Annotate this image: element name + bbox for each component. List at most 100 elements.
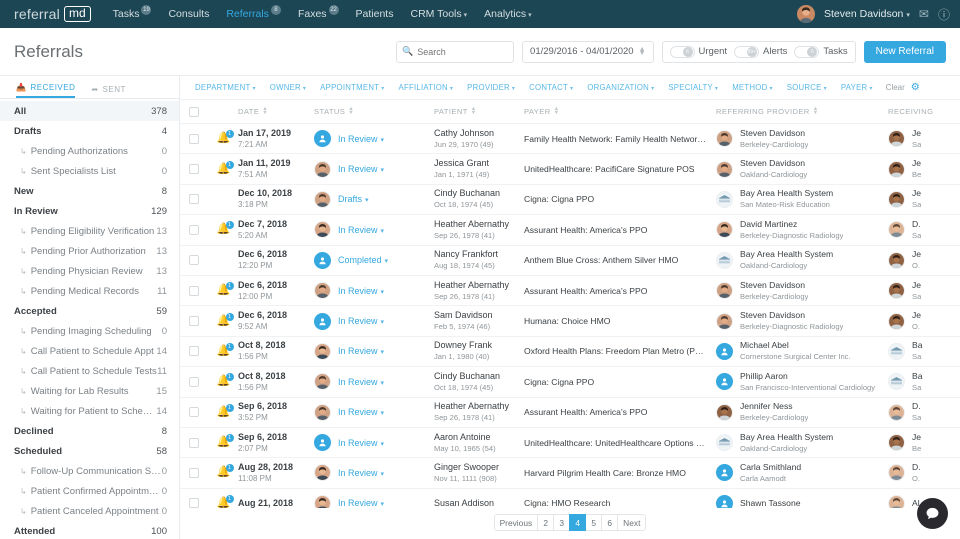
table-row[interactable]: 🔔 1 Sep 6, 2018 2:07 PM In Review ▾ Aaron Anto… — [180, 428, 960, 459]
alert-bell[interactable]: 🔔 1 — [217, 464, 234, 479]
sidebar-item-sent-specialists-list[interactable]: ↳ Sent Specialists List 0 — [0, 161, 179, 181]
sidebar-item-pending-medical-records[interactable]: ↳ Pending Medical Records 11 — [0, 281, 179, 301]
row-checkbox[interactable] — [189, 285, 199, 296]
search-box[interactable]: 🔍 ✕ — [396, 40, 546, 63]
sidebar-item-scheduled[interactable]: Scheduled 58 — [0, 441, 179, 461]
avatar[interactable] — [797, 5, 816, 23]
row-checkbox[interactable] — [189, 467, 199, 478]
nav-item-faxes[interactable]: Faxes 22 — [298, 5, 339, 20]
sort-icon[interactable]: ▲ ▼ — [471, 106, 477, 115]
sort-icon[interactable]: ▲ ▼ — [262, 106, 268, 115]
filter-affiliation[interactable]: AFFILIATION ▾ — [392, 83, 461, 92]
sidebar-item-call-patient-to-schedule-appt[interactable]: ↳ Call Patient to Schedule Appt 14 — [0, 341, 179, 361]
table-row[interactable]: 🔔 1 Dec 6, 2018 9:52 AM In Review ▾ Sam Davids… — [180, 306, 960, 337]
row-status-dropdown[interactable]: In Review ▾ — [338, 164, 384, 174]
sidebar-item-pending-authorizations[interactable]: ↳ Pending Authorizations 0 — [0, 141, 179, 161]
row-status-dropdown[interactable]: In Review ▾ — [338, 346, 384, 356]
row-checkbox[interactable] — [189, 164, 199, 175]
table-row[interactable]: 🔔 1 Dec 7, 2018 5:20 AM In Review ▾ Heather Ab… — [180, 215, 960, 246]
toggle-urgent[interactable]: 6 Urgent — [669, 45, 727, 58]
sidebar-item-attended[interactable]: Attended 100 — [0, 521, 179, 539]
sidebar-item-call-patient-to-schedule-tests[interactable]: ↳ Call Patient to Schedule Tests 11 — [0, 361, 179, 381]
table-row[interactable]: 🔔 1 Aug 28, 2018 11:08 PM In Review ▾ Ginger S… — [180, 458, 960, 489]
table-row[interactable]: 🔔 1 Aug 21, 2018 In Review ▾ Susan Addison Cig… — [180, 489, 960, 508]
chat-button[interactable] — [917, 498, 948, 529]
row-checkbox[interactable] — [189, 437, 199, 448]
sidebar-item-drafts[interactable]: Drafts 4 — [0, 121, 179, 141]
filter-appointment[interactable]: APPOINTMENT ▾ — [313, 83, 391, 92]
sidebar-item-waiting-for-lab-results[interactable]: ↳ Waiting for Lab Results 15 — [0, 381, 179, 401]
row-status-dropdown[interactable]: In Review ▾ — [338, 134, 384, 144]
date-range-picker[interactable]: 01/29/2016 - 04/01/2020 ▲ ▼ — [522, 40, 654, 63]
sort-icon[interactable]: ▲ ▼ — [348, 106, 354, 115]
sidebar-item-declined[interactable]: Declined 8 — [0, 421, 179, 441]
alert-bell[interactable]: 🔔 1 — [217, 373, 234, 388]
gear-icon[interactable]: ⚙ — [911, 82, 920, 93]
row-checkbox[interactable] — [189, 407, 199, 418]
row-checkbox[interactable] — [189, 346, 199, 357]
row-status-dropdown[interactable]: In Review ▾ — [338, 498, 384, 508]
user-menu[interactable]: Steven Davidson ▾ — [824, 8, 910, 20]
sidebar-item-patient-confirmed-appointment[interactable]: ↳ Patient Confirmed Appointment 0 — [0, 481, 179, 501]
row-status-dropdown[interactable]: Completed ▾ — [338, 255, 388, 265]
pagination-page-2[interactable]: 2 — [537, 514, 555, 531]
search-input[interactable] — [417, 46, 535, 57]
row-status-dropdown[interactable]: In Review ▾ — [338, 468, 384, 478]
row-checkbox[interactable] — [189, 133, 199, 144]
alert-bell[interactable]: 🔔 1 — [217, 312, 234, 328]
nav-item-tasks[interactable]: Tasks 19 — [113, 5, 152, 20]
sidebar-item-pending-prior-authorization[interactable]: ↳ Pending Prior Authorization 13 — [0, 241, 179, 261]
sidebar-item-in-review[interactable]: In Review 129 — [0, 201, 179, 221]
table-row[interactable]: Dec 6, 2018 12:20 PM Completed ▾ Nancy Frank… — [180, 246, 960, 276]
filter-owner[interactable]: OWNER ▾ — [263, 83, 313, 92]
sidebar-item-waiting-for-patient-to-schedule[interactable]: ↳ Waiting for Patient to Schedule 14 — [0, 401, 179, 421]
filter-department[interactable]: DEPARTMENT ▾ — [188, 83, 263, 92]
alert-bell[interactable]: 🔔 1 — [217, 342, 234, 358]
column-header-status[interactable]: STATUS ▲ ▼ — [314, 106, 434, 116]
toggle-alerts[interactable]: 99+ Alerts — [734, 45, 787, 58]
row-status-dropdown[interactable]: In Review ▾ — [338, 316, 384, 326]
pagination-next[interactable]: Next — [617, 514, 647, 531]
filter-payer[interactable]: PAYER ▾ — [834, 83, 880, 92]
row-checkbox[interactable] — [189, 498, 199, 508]
alert-bell[interactable]: 🔔 1 — [217, 434, 234, 449]
filter-specialty[interactable]: SPECIALTY ▾ — [661, 83, 725, 92]
row-checkbox[interactable] — [189, 376, 199, 387]
filter-organization[interactable]: ORGANIZATION ▾ — [580, 83, 661, 92]
clear-filters-button[interactable]: Clear — [880, 83, 911, 92]
row-checkbox[interactable] — [189, 255, 199, 266]
filter-provider[interactable]: PROVIDER ▾ — [460, 83, 522, 92]
table-row[interactable]: 🔔 1 Dec 6, 2018 12:00 PM In Review ▾ Heather A… — [180, 276, 960, 307]
sidebar-item-all[interactable]: All 378 — [0, 101, 179, 121]
alert-bell[interactable]: 🔔 1 — [217, 282, 234, 297]
alert-bell[interactable]: 🔔 1 — [217, 221, 234, 236]
nav-item-crm-tools[interactable]: CRM Tools ▾ — [410, 8, 467, 20]
row-status-dropdown[interactable]: In Review ▾ — [338, 407, 384, 417]
column-header-receiving[interactable]: RECEIVING — [888, 107, 960, 116]
toggle-switch[interactable]: 6 — [794, 45, 820, 58]
table-row[interactable]: 🔔 1 Jan 11, 2019 7:51 AM In Review ▾ Jessica G… — [180, 154, 960, 185]
column-header-patient[interactable]: PATIENT ▲ ▼ — [434, 106, 524, 116]
nav-item-analytics[interactable]: Analytics ▾ — [484, 8, 532, 20]
sidebar-item-pending-imaging-scheduling[interactable]: ↳ Pending Imaging Scheduling 0 — [0, 321, 179, 341]
sidebar-item-pending-eligibility-verification[interactable]: ↳ Pending Eligibility Verification 13 — [0, 221, 179, 241]
help-icon[interactable]: ⓘ — [938, 6, 950, 23]
alert-bell[interactable]: 🔔 1 — [217, 494, 234, 508]
pagination-page-6[interactable]: 6 — [601, 514, 619, 531]
pagination-previous[interactable]: Previous — [493, 514, 539, 531]
sidebar-item-patient-canceled-appointment[interactable]: ↳ Patient Canceled Appointment 0 — [0, 501, 179, 521]
column-header-date[interactable]: DATE ▲ ▼ — [238, 106, 314, 116]
row-status-dropdown[interactable]: In Review ▾ — [338, 225, 384, 235]
sidebar-item-new[interactable]: New 8 — [0, 181, 179, 201]
sidebar-item-follow-up-communication-sent[interactable]: ↳ Follow-Up Communication Sent 0 — [0, 461, 179, 481]
sidebar-tab-received[interactable]: 📥 RECEIVED — [16, 83, 76, 98]
filter-source[interactable]: SOURCE ▾ — [780, 83, 834, 92]
row-status-dropdown[interactable]: In Review ▾ — [338, 286, 384, 296]
filter-contact[interactable]: CONTACT ▾ — [522, 83, 580, 92]
brand-logo[interactable]: referral md — [10, 6, 91, 22]
row-status-dropdown[interactable]: In Review ▾ — [338, 438, 384, 448]
column-header-referring-provider[interactable]: REFERRING PROVIDER ▲ ▼ — [716, 106, 888, 116]
new-referral-button[interactable]: New Referral — [863, 40, 946, 63]
alert-bell[interactable]: 🔔 1 — [217, 403, 234, 419]
row-status-dropdown[interactable]: In Review ▾ — [338, 377, 384, 387]
